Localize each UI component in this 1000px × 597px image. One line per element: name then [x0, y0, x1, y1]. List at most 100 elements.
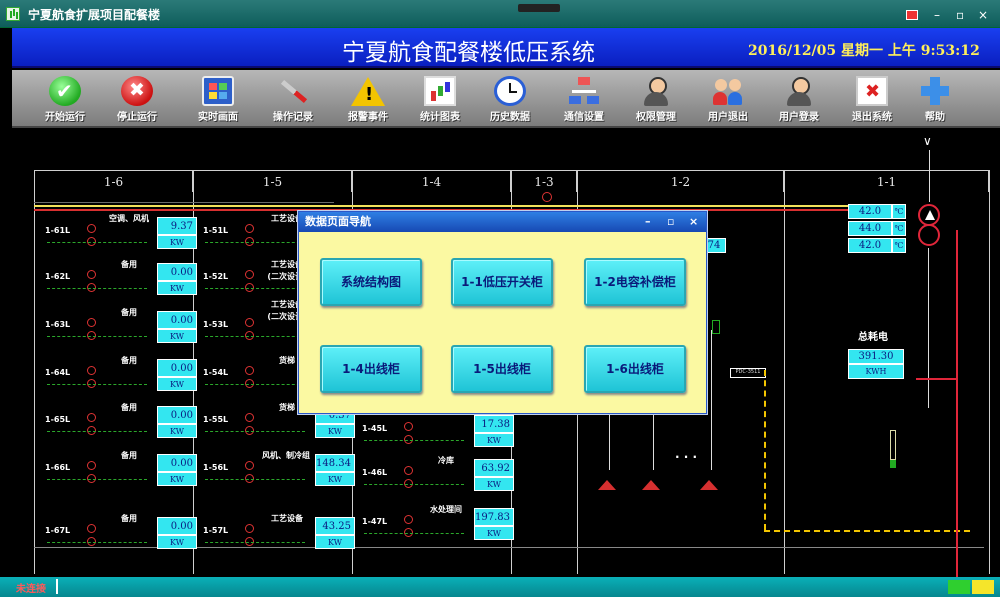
feeder-line	[47, 384, 147, 385]
toolbar-label: 实时画面	[198, 112, 238, 123]
nav-1-6-outgoing-button[interactable]: 1-6出线柜	[584, 345, 686, 393]
feeder-1-61L[interactable]: 1-61L 空调、风机 9.37 KW	[45, 214, 197, 259]
feeder-1-56L[interactable]: 1-56L 风机、制冷组 148.34 KW	[203, 451, 355, 496]
nav-1-2-capacitor-button[interactable]: 1-2电容补偿柜	[584, 258, 686, 306]
window-titlebar: 宁夏航食扩展项目配餐楼 – ▫ ×	[0, 0, 1000, 28]
help-button[interactable]: 帮助	[900, 70, 970, 128]
user-login-button[interactable]: 用户登录	[764, 70, 834, 128]
realtime-screen-button[interactable]: 实时画面	[183, 70, 253, 128]
feeder-line	[364, 484, 464, 485]
status-led-yellow	[972, 580, 994, 594]
feeder-unit: KW	[315, 535, 355, 549]
nav-1-1-switchgear-button[interactable]: 1-1低压开关柜	[451, 258, 553, 306]
permission-button[interactable]: 权限管理	[621, 70, 691, 128]
history-data-button[interactable]: 历史数据	[475, 70, 545, 128]
breaker-icon	[87, 413, 96, 422]
breaker-icon	[87, 524, 96, 533]
feeder-1-57L[interactable]: 1-57L 工艺设备 43.25 KW	[203, 514, 355, 559]
dialog-restore-button[interactable]: ▫	[667, 215, 674, 228]
toolbar-label: 权限管理	[636, 112, 676, 123]
feeder-value: 17.38	[474, 415, 514, 433]
feeder-value: 0.00	[157, 311, 197, 329]
operation-log-button[interactable]: 操作记录	[258, 70, 328, 128]
capacitor-icon	[598, 470, 616, 490]
capacitor-icon	[700, 470, 718, 490]
window-close-button[interactable]: ×	[978, 8, 988, 22]
alarm-events-button[interactable]: 报警事件	[333, 70, 403, 128]
feeder-line	[364, 533, 464, 534]
feeder-name: 备用	[121, 356, 137, 365]
feeder-id: 1-57L	[203, 526, 229, 535]
feeder-value: 0.00	[157, 406, 197, 424]
feeder-line	[47, 242, 147, 243]
datetime-display: 2016/12/05 星期一 上午 9:53:12	[748, 43, 980, 59]
feeder-1-67L[interactable]: 1-67L 备用 0.00 KW	[45, 514, 197, 559]
breaker-icon	[245, 524, 254, 533]
comm-settings-button[interactable]: 通信设置	[549, 70, 619, 128]
feeder-1-62L[interactable]: 1-62L 备用 0.00 KW	[45, 260, 197, 305]
toolbar-label: 历史数据	[490, 112, 530, 123]
section-divider	[989, 170, 990, 574]
temp-value-1: 42.0	[848, 204, 892, 219]
user-admin-icon	[640, 76, 672, 106]
nav-1-4-outgoing-button[interactable]: 1-4出线柜	[320, 345, 422, 393]
busbar-yellow	[34, 205, 859, 207]
window-restore-button[interactable]: ▫	[956, 8, 964, 22]
feeder-line	[47, 288, 147, 289]
feeder-name: 备用	[121, 403, 137, 412]
feeder-1-65L[interactable]: 1-65L 备用 0.00 KW	[45, 403, 197, 448]
feeder-1-66L[interactable]: 1-66L 备用 0.00 KW	[45, 451, 197, 496]
nav-1-5-outgoing-button[interactable]: 1-5出线柜	[451, 345, 553, 393]
screwdriver-icon	[277, 76, 309, 106]
feeder-id: 1-45L	[362, 424, 388, 433]
feeder-unit: KW	[157, 281, 197, 295]
dialog-title: 数据页面导航	[305, 215, 371, 228]
section-header-1-4: 1-4	[352, 170, 511, 192]
fuse-icon	[712, 320, 720, 334]
breaker-icon	[404, 515, 413, 524]
breaker-icon	[542, 192, 552, 202]
delta-icon	[925, 210, 935, 220]
incoming-line	[929, 150, 930, 202]
cap-wire	[653, 410, 654, 470]
flag-icon	[906, 10, 918, 20]
warning-icon	[351, 76, 385, 106]
more-dots: · · ·	[675, 450, 698, 464]
feeder-name: 水处理间	[430, 505, 462, 514]
stop-button[interactable]: 停止运行	[102, 70, 172, 128]
feeder-1-45L[interactable]: 1-45L 17.38 KW	[362, 413, 514, 457]
total-energy-label: 总耗电	[858, 332, 888, 343]
control-dash	[764, 530, 970, 532]
incoming-arrow-icon: ∨	[923, 134, 932, 148]
drag-grip-icon[interactable]	[518, 4, 560, 12]
breaker-icon	[87, 366, 96, 375]
nav-system-diagram-button[interactable]: 系统结构图	[320, 258, 422, 306]
feeder-unit: KW	[157, 377, 197, 391]
feeder-1-47L[interactable]: 1-47L 水处理间 197.83 KW	[362, 505, 514, 550]
dialog-minimize-button[interactable]: –	[645, 215, 651, 228]
feeder-id: 1-63L	[45, 320, 71, 329]
feeder-1-63L[interactable]: 1-63L 备用 0.00 KW	[45, 308, 197, 353]
statistics-chart-button[interactable]: 统计图表	[405, 70, 475, 128]
window-minimize-button[interactable]: –	[934, 8, 940, 22]
feeder-1-64L[interactable]: 1-64L 备用 0.00 KW	[45, 356, 197, 401]
dialog-close-button[interactable]: ×	[689, 215, 698, 228]
exit-icon	[856, 76, 888, 106]
toolbar-label: 报警事件	[348, 112, 388, 123]
feeder-1-46L[interactable]: 1-46L 冷库 63.92 KW	[362, 456, 514, 501]
temp-value-3: 42.0	[848, 238, 892, 253]
screen-icon	[202, 76, 234, 106]
pdc-tag: PDC-3511	[730, 368, 766, 378]
user-logout-button[interactable]: 用户退出	[693, 70, 763, 128]
feeder-name: 备用	[121, 308, 137, 317]
busbar-grey	[34, 202, 334, 203]
feeder-unit: KW	[157, 235, 197, 249]
exit-system-button[interactable]: 退出系统	[837, 70, 907, 128]
feeder-line	[364, 440, 464, 441]
main-feed-line	[928, 248, 929, 408]
feeder-value: 9.37	[157, 217, 197, 235]
feeder-unit: KW	[157, 535, 197, 549]
help-icon	[919, 76, 951, 106]
breaker-icon	[245, 318, 254, 327]
start-button[interactable]: 开始运行	[30, 70, 100, 128]
